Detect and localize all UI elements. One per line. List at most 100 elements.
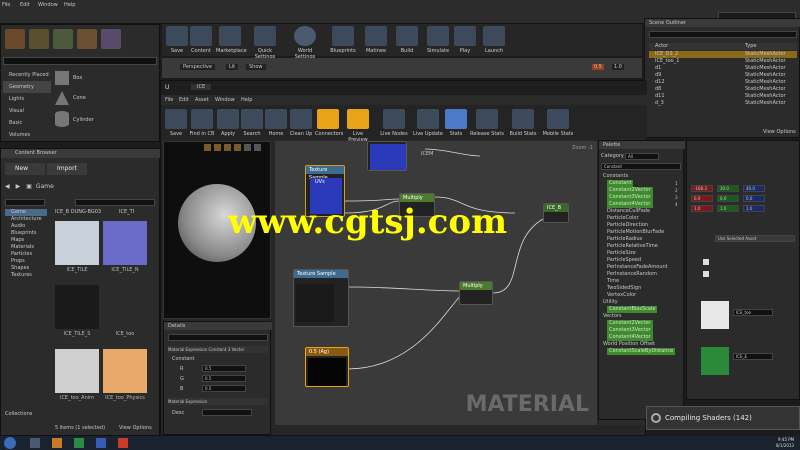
matinee-button[interactable]: Matinee bbox=[362, 26, 390, 54]
live-nodes-button[interactable]: Live Nodes bbox=[379, 109, 409, 137]
content-browser-tab[interactable]: Content Browser bbox=[1, 149, 161, 158]
outliner-row[interactable]: d1 StaticMeshActor bbox=[649, 65, 797, 72]
menu-window[interactable]: Window bbox=[38, 2, 58, 8]
multiply-node-2[interactable]: Multiply bbox=[459, 281, 493, 305]
place-mode-icon[interactable] bbox=[5, 29, 25, 49]
lighting-readout[interactable]: 1.0 bbox=[612, 64, 624, 70]
category-geometry[interactable]: Geometry bbox=[3, 81, 51, 93]
mat-menu-file[interactable]: File bbox=[165, 97, 173, 103]
outliner-row[interactable]: ICE_too_1 StaticMeshActor bbox=[649, 58, 797, 65]
mat-menu-window[interactable]: Window bbox=[215, 97, 235, 103]
rotation-x[interactable]: 0.0 bbox=[691, 195, 713, 202]
connectors-button[interactable]: Connectors bbox=[315, 109, 343, 137]
taskbar-app-icon[interactable] bbox=[74, 438, 84, 448]
palette-item[interactable]: PerInstanceFadeAmount bbox=[601, 264, 683, 271]
r-value-field[interactable]: 0.5 bbox=[202, 365, 246, 372]
palette-item[interactable]: VertexColor bbox=[601, 292, 683, 299]
asset-tile[interactable]: ICE_too_Anim bbox=[55, 349, 99, 404]
content-button[interactable]: Content bbox=[190, 26, 212, 54]
menu-file[interactable]: File bbox=[2, 2, 10, 8]
asset-tile[interactable]: ICE_too bbox=[103, 285, 147, 340]
show-button[interactable]: Show bbox=[246, 64, 266, 70]
palette-item[interactable]: ParticleRelativeTime bbox=[601, 243, 683, 250]
blueprints-button[interactable]: Blueprints bbox=[328, 26, 358, 54]
perspective-button[interactable]: Perspective bbox=[180, 64, 215, 70]
material-slot-2[interactable]: ICE_E bbox=[733, 353, 773, 360]
palette-item[interactable]: Constant3Vector bbox=[601, 327, 683, 334]
palette-search[interactable]: Constant bbox=[601, 163, 681, 170]
back-icon[interactable]: ◀ bbox=[5, 183, 10, 190]
taskbar-app-icon[interactable] bbox=[118, 438, 128, 448]
rotation-y[interactable]: 0.0 bbox=[717, 195, 739, 202]
texture-sample-node-2[interactable]: Texture Sample bbox=[293, 269, 349, 327]
checkbox[interactable] bbox=[703, 259, 709, 265]
expression-section-2[interactable]: Material Expression bbox=[168, 398, 268, 405]
asset-tile[interactable]: ICE_TILE_S bbox=[55, 285, 99, 340]
asset-search[interactable] bbox=[75, 199, 155, 206]
taskbar-app-icon[interactable] bbox=[52, 438, 62, 448]
folder-item[interactable]: Architecture bbox=[5, 216, 47, 223]
category-visual[interactable]: Visual bbox=[3, 105, 51, 117]
category-select[interactable]: All bbox=[625, 153, 659, 160]
palette-item[interactable]: Constant bbox=[601, 180, 683, 187]
palette-item[interactable]: Constant3Vector bbox=[601, 194, 683, 201]
palette-item[interactable]: ParticleRadius bbox=[601, 236, 683, 243]
breadcrumb-game[interactable]: Game bbox=[36, 183, 54, 190]
start-icon[interactable] bbox=[4, 437, 16, 449]
home-button[interactable]: Home bbox=[265, 109, 287, 137]
outliner-row[interactable]: d11 StaticMeshActor bbox=[649, 93, 797, 100]
play-button[interactable]: Play bbox=[454, 26, 476, 54]
checkbox[interactable] bbox=[703, 271, 709, 277]
palette-item[interactable]: Time bbox=[601, 278, 683, 285]
location-z[interactable]: 40.0 bbox=[743, 185, 765, 192]
find-in-cb-button[interactable]: Find in CB bbox=[189, 109, 215, 137]
palette-item[interactable]: Constant4Vector bbox=[601, 334, 683, 341]
new-button[interactable]: New bbox=[5, 163, 45, 175]
outliner-view-options[interactable]: View Options bbox=[763, 129, 796, 135]
scale-x[interactable]: 1.0 bbox=[691, 205, 713, 212]
foliage-mode-icon[interactable] bbox=[77, 29, 97, 49]
palette-item[interactable]: ParticleSpeed bbox=[601, 257, 683, 264]
menu-help[interactable]: Help bbox=[64, 2, 75, 8]
g-value-field[interactable]: 0.5 bbox=[202, 375, 246, 382]
world-settings-button[interactable]: World Settings bbox=[288, 26, 322, 60]
folder-item[interactable]: Shapes bbox=[5, 265, 47, 272]
scale-y[interactable]: 1.0 bbox=[717, 205, 739, 212]
outliner-row[interactable]: d_3 StaticMeshActor bbox=[649, 100, 797, 107]
folder-item[interactable]: Props bbox=[5, 258, 47, 265]
preview-shape-icon[interactable] bbox=[224, 144, 231, 151]
palette-item[interactable]: ParticleSize bbox=[601, 250, 683, 257]
category-recently-placed[interactable]: Recently Placed bbox=[3, 69, 51, 81]
asset-tile[interactable]: ICE_TILE bbox=[55, 221, 99, 276]
preview-realtime-icon[interactable] bbox=[254, 144, 261, 151]
material-tab[interactable]: ICE bbox=[191, 84, 212, 90]
folder-item[interactable]: Materials bbox=[5, 244, 47, 251]
palette-item[interactable]: Constant2Vector bbox=[601, 187, 683, 194]
cone-shape-icon[interactable] bbox=[55, 91, 69, 105]
folder-item[interactable]: Particles bbox=[5, 251, 47, 258]
category-volumes[interactable]: Volumes bbox=[3, 129, 51, 141]
palette-item[interactable]: DistanceCullFade bbox=[601, 208, 683, 215]
paint-mode-icon[interactable] bbox=[29, 29, 49, 49]
asset-tile[interactable]: ICE_too_Physics bbox=[103, 349, 147, 404]
outliner-row[interactable]: d9 StaticMeshActor bbox=[649, 72, 797, 79]
lerp-node[interactable]: ICE_B bbox=[543, 203, 569, 223]
palette-item[interactable]: TwoSidedSign bbox=[601, 285, 683, 292]
palette-group[interactable]: Constants bbox=[601, 173, 683, 180]
preview-shape-icon[interactable] bbox=[214, 144, 221, 151]
asset-tile[interactable]: ICE_TILE_N bbox=[103, 221, 147, 276]
save-button[interactable]: Save bbox=[166, 26, 188, 54]
outliner-search[interactable] bbox=[649, 31, 797, 38]
preview-shape-icon[interactable] bbox=[204, 144, 211, 151]
palette-item[interactable]: ParticleDirection bbox=[601, 222, 683, 229]
details-search[interactable] bbox=[168, 334, 268, 341]
cb-view-options[interactable]: View Options bbox=[119, 425, 152, 431]
location-x[interactable]: -168.3 bbox=[691, 185, 713, 192]
outliner-row[interactable]: d12 StaticMeshActor bbox=[649, 79, 797, 86]
material-thumbnail[interactable] bbox=[701, 347, 729, 375]
geometry-mode-icon[interactable] bbox=[101, 29, 121, 49]
quick-settings-button[interactable]: Quick Settings bbox=[248, 26, 282, 60]
b-value-field[interactable]: 0.5 bbox=[202, 385, 246, 392]
mat-menu-help[interactable]: Help bbox=[241, 97, 252, 103]
search-classes-input[interactable] bbox=[3, 57, 157, 65]
